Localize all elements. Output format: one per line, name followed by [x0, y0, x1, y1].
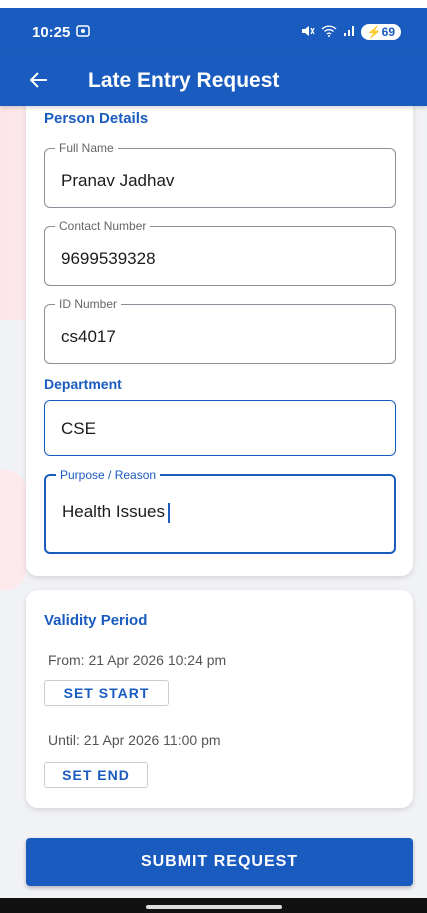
- department-value: CSE: [61, 419, 96, 438]
- battery-badge: ⚡69: [360, 24, 401, 40]
- contact-number-value: 9699539328: [61, 249, 156, 268]
- person-details-card: Person Details Full Name Pranav Jadhav C…: [26, 96, 413, 576]
- section-title-validity: Validity Period: [44, 612, 148, 629]
- purpose-reason-value: Health Issues: [62, 502, 165, 521]
- purpose-reason-label: Purpose / Reason: [56, 468, 161, 482]
- text-cursor: [168, 502, 170, 523]
- section-title-person: Person Details: [44, 110, 149, 127]
- contact-number-field[interactable]: Contact Number 9699539328: [44, 219, 396, 286]
- id-number-field[interactable]: ID Number cs4017: [44, 297, 396, 364]
- purpose-reason-value-wrap: Health Issues: [62, 502, 170, 523]
- validity-until-text: Until: 21 Apr 2026 11:00 pm: [48, 732, 221, 748]
- set-end-button[interactable]: SET END: [44, 762, 148, 788]
- full-name-field[interactable]: Full Name Pranav Jadhav: [44, 141, 396, 208]
- status-time: 10:25: [32, 23, 71, 41]
- background-shape: [0, 470, 26, 590]
- id-number-value: cs4017: [61, 327, 116, 346]
- contact-number-label: Contact Number: [55, 219, 151, 233]
- wifi-icon: [321, 24, 337, 40]
- full-name-value: Pranav Jadhav: [61, 171, 175, 190]
- set-start-button[interactable]: SET START: [44, 680, 169, 706]
- validity-from-text: From: 21 Apr 2026 10:24 pm: [48, 652, 227, 668]
- submit-request-button[interactable]: SUBMIT REQUEST: [26, 838, 413, 886]
- purpose-reason-field[interactable]: Purpose / Reason Health Issues: [44, 468, 396, 554]
- signal-icon: [343, 25, 355, 40]
- full-name-label: Full Name: [55, 141, 118, 155]
- battery-level: 69: [381, 25, 395, 39]
- status-bar: 10:25 ⚡69: [0, 8, 427, 56]
- home-handle[interactable]: [146, 905, 282, 909]
- screenshot-icon: [76, 24, 91, 41]
- validity-period-card: Validity Period From: 21 Apr 2026 10:24 …: [26, 590, 413, 808]
- department-select[interactable]: CSE: [44, 400, 396, 456]
- app-bar: Late Entry Request: [0, 56, 427, 106]
- back-arrow-icon[interactable]: [29, 68, 58, 94]
- navigation-bar: [0, 898, 427, 913]
- mute-icon: [301, 25, 315, 40]
- top-strip: [0, 0, 427, 8]
- department-title: Department: [44, 376, 122, 392]
- id-number-label: ID Number: [55, 297, 122, 311]
- page-title: Late Entry Request: [88, 69, 280, 92]
